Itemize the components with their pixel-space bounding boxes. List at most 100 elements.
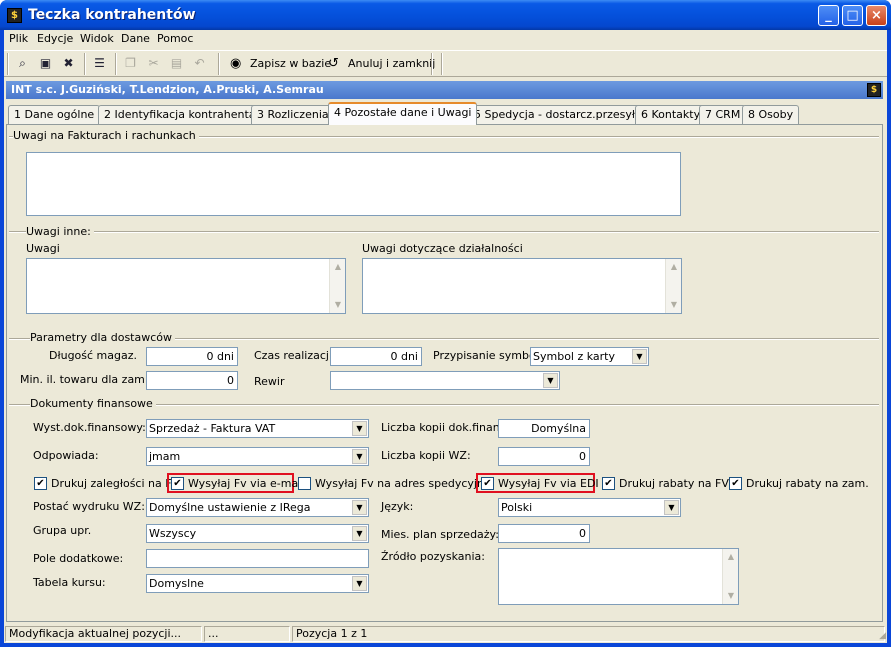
lead-time-input[interactable]: 0 dni	[330, 347, 422, 366]
cancel-icon: ↺	[328, 56, 339, 71]
tab-spedycja[interactable]: 5 Spedycja - dostarcz.przesyłek	[468, 105, 655, 124]
toolbar-separator	[441, 53, 443, 75]
source-scrollbar[interactable]: ▲ ▼	[722, 549, 738, 604]
activity-scrollbar[interactable]: ▲ ▼	[665, 259, 681, 313]
checkmark-icon[interactable]: ✔	[34, 477, 47, 490]
chevron-down-icon[interactable]: ▼	[352, 500, 367, 515]
wz-copies-input[interactable]: 0	[498, 447, 590, 466]
paste-icon[interactable]: ▤	[167, 54, 186, 73]
resize-grip-icon[interactable]: ◢	[874, 630, 886, 642]
send-ship-address-label: Wysyłaj Fv na adres spedycyjny	[315, 477, 491, 490]
tab-kontakty[interactable]: 6 Kontakty	[635, 105, 707, 124]
notes-scrollbar[interactable]: ▲ ▼	[329, 259, 345, 313]
close-button[interactable]: ×	[866, 5, 887, 26]
storage-input[interactable]: 0 dni	[146, 347, 238, 366]
minimize-button[interactable]: _	[818, 5, 839, 26]
exchange-table-value: Domyslne	[149, 577, 204, 590]
delete-icon[interactable]: ✖	[59, 54, 78, 73]
cut-icon[interactable]: ✂	[144, 54, 163, 73]
main-window: $ Teczka kontrahentów _ □ × Plik Edycje …	[0, 0, 891, 647]
sales-plan-label: Mies. plan sprzedaży:	[381, 528, 499, 541]
group-value: Wszyscy	[149, 527, 197, 540]
maximize-button[interactable]: □	[842, 5, 863, 26]
checkmark-icon[interactable]: ✔	[602, 477, 615, 490]
disk-icon: ◉	[230, 56, 242, 71]
chevron-down-icon[interactable]: ▼	[352, 526, 367, 541]
scroll-up-icon[interactable]: ▲	[724, 550, 738, 564]
language-label: Język:	[381, 500, 414, 513]
chevron-down-icon[interactable]: ▼	[352, 421, 367, 436]
scroll-down-icon[interactable]: ▼	[724, 589, 738, 603]
tab-pozostale-dane[interactable]: 4 Pozostałe dane i Uwagi	[328, 102, 478, 125]
wz-print-select[interactable]: Domyślne ustawienie z IRega ▼	[146, 498, 369, 517]
rewir-label: Rewir	[254, 375, 285, 388]
issue-doc-select[interactable]: Sprzedaż - Faktura VAT ▼	[146, 419, 369, 438]
invoice-notes-textarea[interactable]	[26, 152, 681, 216]
responsible-value: jmam	[149, 450, 181, 463]
suppliers-group: Parametry dla dostawców	[30, 331, 176, 344]
menu-plik[interactable]: Plik	[9, 32, 28, 45]
menu-edycje[interactable]: Edycje	[37, 32, 73, 45]
empty-checkbox-icon[interactable]	[298, 477, 311, 490]
dollar-icon[interactable]: $	[7, 8, 22, 23]
status-bar: Modyfikacja aktualnej pozycji... ... Poz…	[4, 624, 887, 643]
group-label: Grupa upr.	[33, 524, 92, 537]
exchange-table-select[interactable]: Domyslne ▼	[146, 574, 369, 593]
menu-dane[interactable]: Dane	[121, 32, 150, 45]
cancel-close-button[interactable]: ↺ Anuluj i zamknij	[326, 54, 435, 74]
notes-label: Uwagi	[26, 242, 60, 255]
chevron-down-icon[interactable]: ▼	[352, 449, 367, 464]
tab-osoby[interactable]: 8 Osoby	[742, 105, 800, 124]
find-icon[interactable]: ⌕	[13, 54, 32, 73]
doc-copies-input[interactable]: Domyślna	[498, 419, 590, 438]
toolbar-separator	[115, 53, 117, 75]
tab-crm[interactable]: 7 CRM	[699, 105, 747, 124]
scroll-down-icon[interactable]: ▼	[331, 298, 345, 312]
extra-field-input[interactable]	[146, 549, 369, 568]
checkmark-icon[interactable]: ✔	[481, 477, 494, 490]
chevron-down-icon[interactable]: ▼	[664, 500, 679, 515]
title-bar[interactable]: $ Teczka kontrahentów _ □ ×	[0, 0, 891, 30]
tab-dane-ogolne[interactable]: 1 Dane ogólne	[8, 105, 101, 124]
tab-rozliczenia[interactable]: 3 Rozliczenia	[251, 105, 335, 124]
sales-plan-input[interactable]: 0	[498, 524, 590, 543]
checkmark-icon[interactable]: ✔	[729, 477, 742, 490]
properties-icon[interactable]: ☰	[90, 54, 109, 73]
group-select[interactable]: Wszyscy ▼	[146, 524, 369, 543]
tab-strip: 1 Dane ogólne 2 Identyfikacja kontrahent…	[6, 102, 883, 125]
undo-icon[interactable]: ↶	[190, 54, 209, 73]
menu-widok[interactable]: Widok	[80, 32, 114, 45]
language-select[interactable]: Polski ▼	[498, 498, 681, 517]
menu-pomoc[interactable]: Pomoc	[157, 32, 193, 45]
save-icon[interactable]: ▣	[36, 54, 55, 73]
extra-field-label: Pole dodatkowe:	[33, 552, 124, 565]
chevron-down-icon[interactable]: ▼	[352, 576, 367, 591]
lead-time-label: Czas realizacji	[254, 349, 332, 362]
copy-icon[interactable]: ❐	[121, 54, 140, 73]
activity-notes-label: Uwagi dotyczące działalności	[362, 242, 523, 255]
rewir-select[interactable]: ▼	[330, 371, 560, 390]
dollar-lock-icon[interactable]: $	[867, 83, 881, 97]
responsible-label: Odpowiada:	[33, 449, 99, 462]
scroll-up-icon[interactable]: ▲	[667, 260, 681, 274]
invoice-notes-group: Uwagi na Fakturach i rachunkach	[13, 129, 199, 142]
toolbar-separator	[84, 53, 86, 75]
status-position: Pozycja 1 z 1	[292, 626, 885, 642]
min-qty-input[interactable]: 0	[146, 371, 238, 390]
symbol-assign-select[interactable]: Symbol z karty ▼	[530, 347, 649, 366]
tab-identyfikacja[interactable]: 2 Identyfikacja kontrahenta	[98, 105, 262, 124]
save-db-button[interactable]: ◉ Zapisz w bazie	[228, 54, 331, 74]
tab-panel: Uwagi na Fakturach i rachunkach Uwagi in…	[6, 124, 883, 622]
scroll-up-icon[interactable]: ▲	[331, 260, 345, 274]
notes-textarea[interactable]: ▲ ▼	[26, 258, 346, 314]
acquisition-source-label: Źródło pozyskania:	[381, 550, 486, 563]
checkmark-icon[interactable]: ✔	[171, 477, 184, 490]
chevron-down-icon[interactable]: ▼	[632, 349, 647, 364]
responsible-select[interactable]: jmam ▼	[146, 447, 369, 466]
chevron-down-icon[interactable]: ▼	[543, 373, 558, 388]
window-title: Teczka kontrahentów	[28, 7, 196, 23]
activity-notes-textarea[interactable]: ▲ ▼	[362, 258, 682, 314]
acquisition-source-textarea[interactable]: ▲ ▼	[498, 548, 739, 605]
symbol-assign-label: Przypisanie symboli	[433, 349, 542, 362]
scroll-down-icon[interactable]: ▼	[667, 298, 681, 312]
